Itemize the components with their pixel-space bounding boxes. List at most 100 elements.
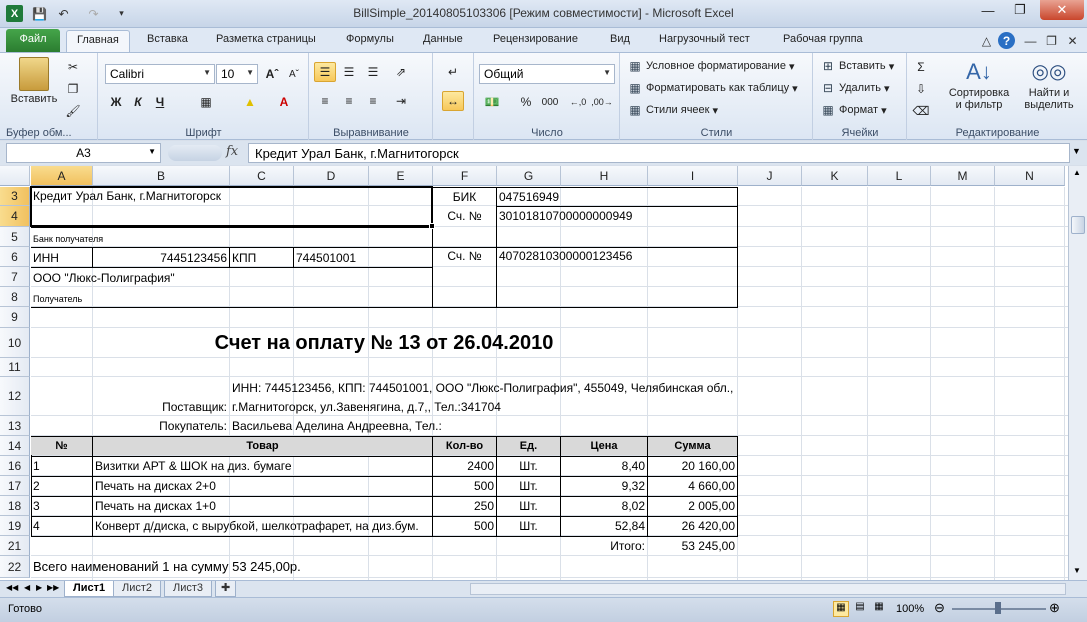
decrease-decimal-icon[interactable]: ,00→	[591, 92, 613, 112]
column-header-h[interactable]: H	[561, 166, 648, 186]
column-header-l[interactable]: L	[868, 166, 931, 186]
item-name-cell[interactable]: Печать на дисках 2+0	[93, 477, 432, 495]
column-header-b[interactable]: B	[93, 166, 230, 186]
bik-value-cell[interactable]: 047516949	[497, 188, 737, 206]
header-unit-cell[interactable]: Ед.	[497, 437, 560, 455]
thousands-button[interactable]: 000	[539, 92, 561, 112]
name-box[interactable]: A3 ▼	[6, 143, 161, 163]
row-header-13[interactable]: 13	[0, 416, 30, 436]
align-right-icon[interactable]: ≡	[362, 91, 384, 111]
inn-label-cell[interactable]: ИНН	[31, 249, 91, 267]
item-number-cell[interactable]: 3	[31, 497, 92, 515]
row-header-16[interactable]: 16	[0, 456, 30, 476]
restore-icon[interactable]: ❐	[1005, 0, 1035, 20]
currency-icon[interactable]: 💵	[481, 92, 503, 112]
account-value-2-cell[interactable]: 40702810300000123456	[497, 247, 737, 265]
total-label-cell[interactable]: Итого:	[561, 537, 647, 555]
font-size-combo[interactable]: 10 ▼	[216, 64, 258, 84]
row-header-12[interactable]: 12	[0, 377, 30, 416]
item-name-cell[interactable]: Конверт д/диска, с вырубкой, шелкотрафар…	[93, 517, 432, 535]
page-break-view-icon[interactable]: ▦	[871, 601, 887, 617]
tab-data[interactable]: Данные	[413, 30, 473, 52]
buyer-value-cell[interactable]: Васильева Аделина Андреевна, Тел.:	[230, 417, 740, 435]
supplier-label-cell[interactable]: Поставщик:	[93, 398, 229, 416]
font-name-combo[interactable]: Calibri ▼	[105, 64, 215, 84]
formula-input[interactable]: Кредит Урал Банк, г.Магнитогорск	[248, 143, 1070, 163]
account-value-1-cell[interactable]: 30101810700000000949	[497, 207, 737, 225]
item-number-cell[interactable]: 2	[31, 477, 92, 495]
header-number-cell[interactable]: №	[31, 437, 92, 455]
sheet-tab-3[interactable]: Лист3	[164, 581, 213, 597]
align-top-icon[interactable]: ☰	[314, 62, 336, 82]
bold-button[interactable]: Ж	[105, 92, 127, 112]
column-header-c[interactable]: C	[230, 166, 294, 186]
increase-decimal-icon[interactable]: ←,0	[567, 92, 589, 112]
tab-formulas[interactable]: Формулы	[336, 30, 404, 52]
column-header-k[interactable]: K	[802, 166, 868, 186]
supplier-line1-cell[interactable]: ИНН: 7445123456, КПП: 744501001, ООО "Лю…	[230, 379, 740, 397]
horizontal-scrollbar[interactable]	[470, 583, 1066, 595]
column-header-g[interactable]: G	[497, 166, 561, 186]
minimize-icon[interactable]: —	[973, 0, 1003, 20]
insert-cells-button[interactable]: ⊞ Вставить ▾	[820, 58, 894, 74]
orientation-icon[interactable]: ⇗	[390, 62, 412, 82]
tab-view[interactable]: Вид	[600, 30, 640, 52]
tab-review[interactable]: Рецензирование	[483, 30, 588, 52]
shrink-font-icon[interactable]: Aˇ	[283, 64, 305, 84]
total-value-cell[interactable]: 53 245,00	[648, 537, 737, 555]
delete-cells-button[interactable]: ⊟ Удалить ▾	[820, 80, 890, 96]
item-unit-cell[interactable]: Шт.	[497, 517, 560, 535]
borders-icon[interactable]: ▦	[195, 92, 217, 112]
row-header-10[interactable]: 10	[0, 328, 30, 358]
item-sum-cell[interactable]: 26 420,00	[648, 517, 737, 535]
find-select-button[interactable]: ◎◎ Найти и выделить	[1018, 57, 1080, 111]
ribbon-minimize-icon[interactable]: △	[978, 32, 995, 49]
scroll-up-icon[interactable]: ▲	[1073, 168, 1081, 177]
inn-value-cell[interactable]: 7445123456	[93, 249, 229, 267]
zoom-in-icon[interactable]: ⊕	[1049, 600, 1060, 616]
zoom-thumb[interactable]	[995, 602, 1001, 614]
align-center-icon[interactable]: ≡	[338, 91, 360, 111]
doc-minimize-icon[interactable]: —	[1022, 32, 1039, 49]
last-sheet-icon[interactable]: ▶▶	[47, 583, 59, 592]
kpp-label-cell[interactable]: КПП	[230, 249, 292, 267]
item-price-cell[interactable]: 52,84	[561, 517, 647, 535]
row-header-19[interactable]: 19	[0, 516, 30, 536]
italic-button[interactable]: К	[127, 92, 149, 112]
column-header-m[interactable]: M	[931, 166, 995, 186]
row-header-18[interactable]: 18	[0, 496, 30, 516]
grow-font-icon[interactable]: Aˆ	[261, 64, 283, 84]
row-header-7[interactable]: 7	[0, 267, 30, 287]
column-header-i[interactable]: I	[648, 166, 738, 186]
page-layout-view-icon[interactable]: ▤	[852, 601, 868, 617]
column-header-d[interactable]: D	[294, 166, 369, 186]
item-sum-cell[interactable]: 20 160,00	[648, 457, 737, 475]
recipient-name-cell[interactable]: ООО "Люкс-Полиграфия"	[31, 269, 431, 287]
row-header-8[interactable]: 8	[0, 287, 30, 307]
account-label-2-cell[interactable]: Сч. №	[433, 247, 496, 265]
item-unit-cell[interactable]: Шт.	[497, 477, 560, 495]
zoom-out-icon[interactable]: ⊖	[934, 600, 945, 616]
item-price-cell[interactable]: 8,02	[561, 497, 647, 515]
copy-icon[interactable]: ❐	[62, 79, 84, 99]
align-left-icon[interactable]: ≡	[314, 91, 336, 111]
percent-button[interactable]: %	[515, 92, 537, 112]
prev-sheet-icon[interactable]: ◀	[24, 583, 30, 592]
kpp-value-cell[interactable]: 744501001	[294, 249, 432, 267]
bank-name-cell[interactable]: Кредит Урал Банк, г.Магнитогорск	[31, 187, 431, 205]
header-qty-cell[interactable]: Кол-во	[433, 437, 496, 455]
column-header-a[interactable]: A	[31, 166, 93, 186]
paste-button[interactable]: Вставить	[8, 57, 60, 105]
scroll-thumb[interactable]	[1071, 216, 1085, 234]
item-number-cell[interactable]: 1	[31, 457, 92, 475]
close-icon[interactable]: ✕	[1040, 0, 1084, 20]
format-painter-icon[interactable]: 🖌	[62, 101, 84, 121]
conditional-formatting-button[interactable]: ▦ Условное форматирование ▾	[627, 58, 794, 74]
clear-icon[interactable]: ⌫	[910, 101, 932, 121]
recipient-label-cell[interactable]: Получатель	[31, 290, 231, 308]
tab-insert[interactable]: Вставка	[137, 30, 198, 52]
row-header-14[interactable]: 14	[0, 436, 30, 456]
row-header-22[interactable]: 22	[0, 556, 30, 578]
column-header-f[interactable]: F	[433, 166, 497, 186]
select-all-corner[interactable]	[0, 166, 30, 186]
